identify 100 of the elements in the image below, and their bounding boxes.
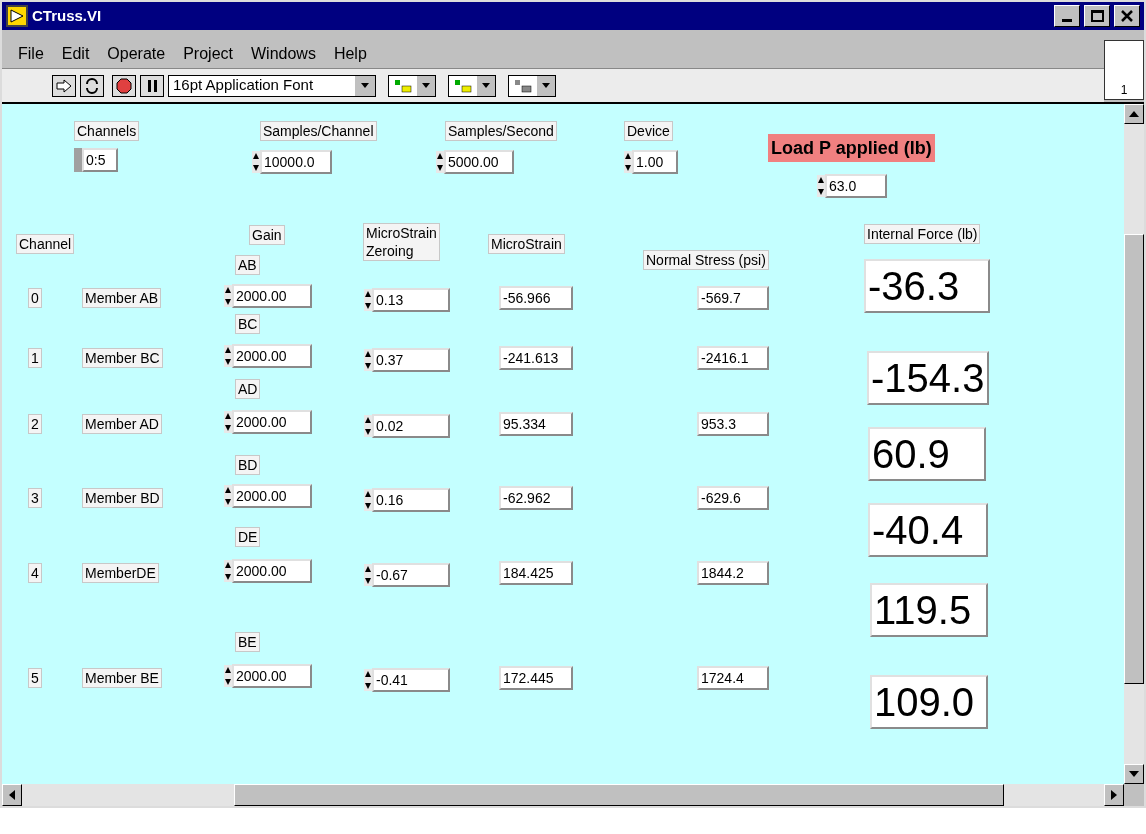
force-indicator: -154.3 (867, 351, 989, 405)
menu-item[interactable]: Edit (61, 42, 90, 66)
increment-arrows-icon[interactable] (224, 285, 232, 307)
numeric-control[interactable]: 0.13 (372, 288, 450, 312)
caret-icon (482, 83, 490, 88)
maximize-button[interactable] (1084, 5, 1110, 27)
numeric-control[interactable]: 2000.00 (232, 559, 312, 583)
control-label: Internal Force (lb) (864, 224, 981, 244)
numeric-control[interactable]: 2000.00 (232, 344, 312, 368)
increment-arrows-icon[interactable] (364, 669, 372, 691)
font-dropdown[interactable]: 16pt Application Font (168, 74, 376, 97)
numeric-control[interactable]: 0.16 (372, 488, 450, 512)
load-numeric-control[interactable]: 63.0 (825, 174, 887, 198)
numeric-control[interactable]: 0.37 (372, 348, 450, 372)
channel-index: 2 (28, 414, 42, 434)
increment-arrows-icon[interactable] (817, 175, 825, 197)
caret-icon (542, 83, 550, 88)
increment-arrows-icon[interactable] (364, 564, 372, 586)
stress-indicator: -2416.1 (697, 346, 769, 370)
member-name: Member BD (82, 488, 163, 508)
increment-arrows-icon[interactable] (224, 345, 232, 367)
vertical-scrollbar[interactable] (1124, 104, 1144, 784)
control-label: Gain (249, 225, 285, 245)
scroll-thumb[interactable] (234, 784, 1004, 806)
align-objects-icon[interactable] (388, 74, 436, 97)
increment-arrows-icon[interactable] (224, 485, 232, 507)
microstrain-indicator: 184.425 (499, 561, 573, 585)
microstrain-indicator: -241.613 (499, 346, 573, 370)
channel-index: 5 (28, 668, 42, 688)
member-name: Member BE (82, 668, 162, 688)
distribute-objects-icon[interactable] (448, 74, 496, 97)
numeric-control[interactable]: -0.41 (372, 668, 450, 692)
abort-button[interactable] (112, 74, 136, 97)
caret-icon (361, 83, 369, 88)
scroll-thumb[interactable] (1124, 234, 1144, 684)
vi-logo-icon (6, 5, 28, 27)
menu-item[interactable]: Help (333, 42, 367, 66)
increment-arrows-icon[interactable] (364, 415, 372, 437)
microstrain-indicator: -56.966 (499, 286, 573, 310)
scroll-up-button[interactable] (1124, 104, 1144, 124)
stress-indicator: -629.6 (697, 486, 769, 510)
stress-indicator: 1844.2 (697, 561, 769, 585)
member-name: Member AD (82, 414, 162, 434)
close-icon (1121, 10, 1133, 22)
increment-arrows-icon[interactable] (224, 411, 232, 433)
run-continuously-button[interactable] (80, 74, 104, 97)
numeric-control[interactable]: 0.02 (372, 414, 450, 438)
connector-number: 1 (1120, 82, 1128, 99)
control-label: BE (235, 632, 260, 652)
scroll-down-button[interactable] (1124, 764, 1144, 784)
stress-indicator: 953.3 (697, 412, 769, 436)
numeric-control[interactable]: -0.67 (372, 563, 450, 587)
menu-item[interactable]: Operate (107, 42, 166, 66)
blocks-icon (393, 77, 413, 94)
control-label: Normal Stress (psi) (643, 250, 769, 270)
load-label: Load P applied (lb) (768, 134, 935, 162)
numeric-control[interactable]: 2000.00 (232, 284, 312, 308)
force-indicator: 60.9 (868, 427, 986, 481)
channel-index: 0 (28, 288, 42, 308)
reorder-icon[interactable] (508, 74, 556, 97)
menu-item[interactable]: File (18, 42, 44, 66)
increment-arrows-icon[interactable] (224, 665, 232, 687)
control-label: Samples/Channel (260, 121, 377, 141)
run-button[interactable] (52, 74, 76, 97)
run-arrow-icon (56, 78, 72, 93)
channel-index: 3 (28, 488, 42, 508)
pause-button[interactable] (140, 74, 164, 97)
microstrain-indicator: -62.962 (499, 486, 573, 510)
increment-arrows-icon[interactable] (364, 349, 372, 371)
menu-item[interactable]: Windows (250, 42, 316, 66)
increment-arrows-icon[interactable] (252, 151, 260, 173)
stop-sign-icon (116, 77, 132, 94)
member-name: Member AB (82, 288, 162, 308)
control-label: AD (235, 379, 261, 399)
numeric-control[interactable]: 2000.00 (232, 410, 312, 434)
scroll-right-button[interactable] (1104, 784, 1124, 806)
channel-field[interactable]: 0:5 (82, 148, 118, 172)
increment-arrows-icon[interactable] (624, 151, 632, 173)
horizontal-scrollbar[interactable] (2, 784, 1124, 806)
menu-item[interactable]: Project (183, 42, 233, 66)
increment-arrows-icon[interactable] (364, 489, 372, 511)
increment-arrows-icon[interactable] (364, 289, 372, 311)
numeric-control[interactable]: 2000.00 (232, 664, 312, 688)
microstrain-indicator: 172.445 (499, 666, 573, 690)
numeric-control[interactable]: 10000.0 (260, 150, 332, 174)
channel-index: 4 (28, 563, 42, 583)
blocks-icon (453, 77, 473, 94)
increment-arrows-icon[interactable] (224, 560, 232, 582)
numeric-control[interactable]: 2000.00 (232, 484, 312, 508)
member-name: MemberDE (82, 563, 159, 583)
close-button[interactable] (1114, 5, 1140, 27)
numeric-control[interactable]: 1.00 (632, 150, 678, 174)
control-label: MicroStrain Zeroing (363, 223, 440, 261)
control-label: BC (235, 314, 261, 334)
increment-arrows-icon[interactable] (436, 151, 444, 173)
microstrain-indicator: 95.334 (499, 412, 573, 436)
numeric-control[interactable]: 5000.00 (444, 150, 514, 174)
control-label: MicroStrain (488, 234, 565, 254)
minimize-button[interactable] (1054, 5, 1080, 27)
scroll-left-button[interactable] (2, 784, 22, 806)
